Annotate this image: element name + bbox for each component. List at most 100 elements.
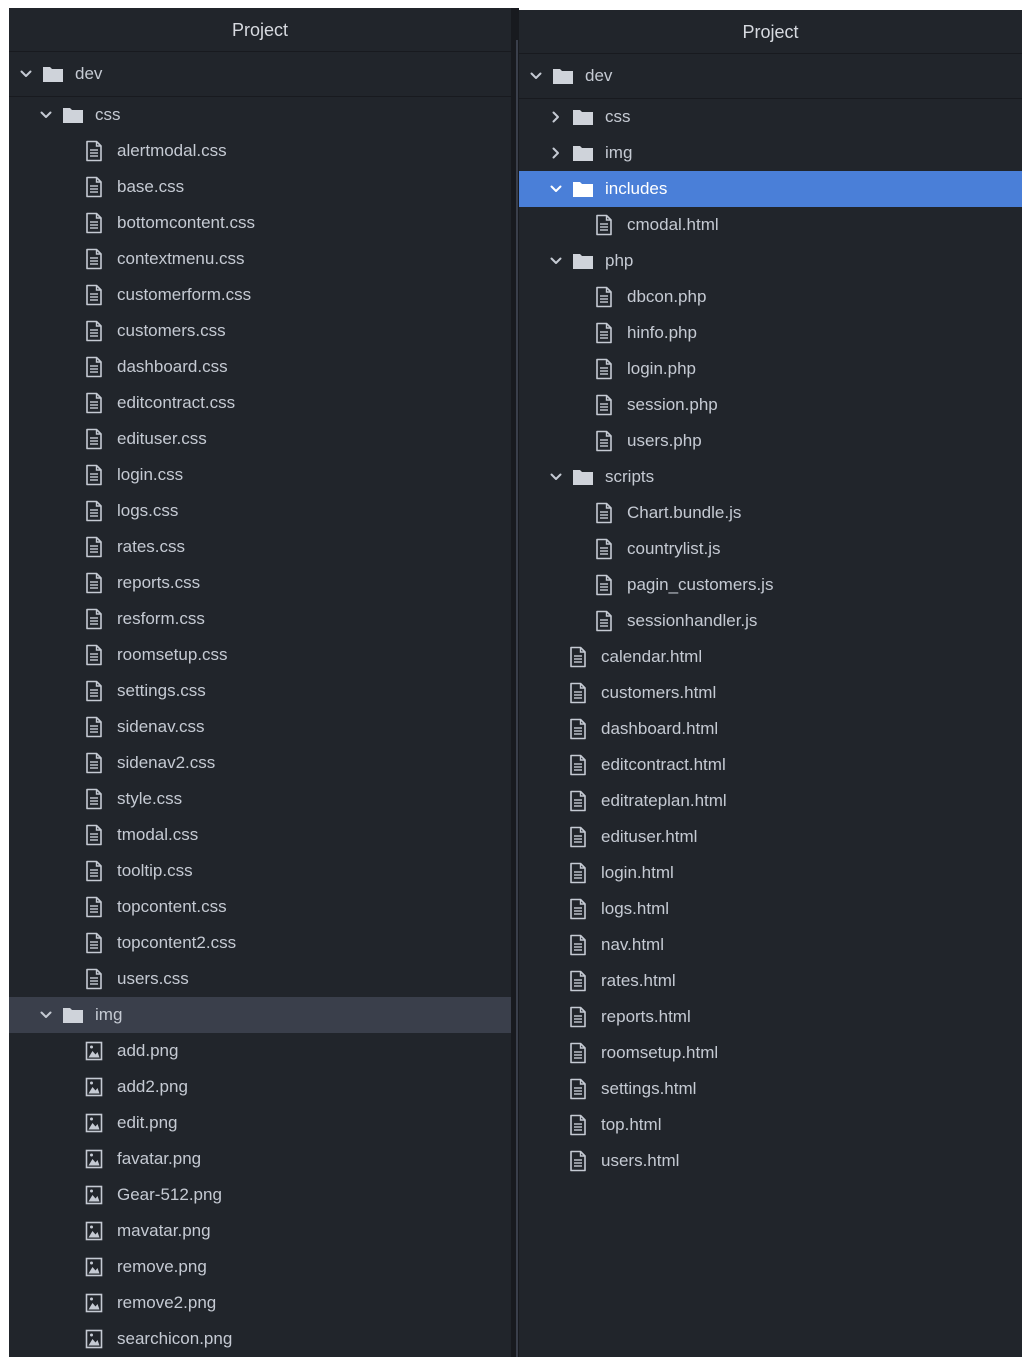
file-item[interactable]: edit.png [9, 1105, 511, 1141]
chevron-down-icon[interactable] [529, 54, 543, 98]
file-item[interactable]: remove.png [9, 1249, 511, 1285]
folder-css[interactable]: css [9, 97, 511, 133]
file-item[interactable]: logs.html [519, 891, 1022, 927]
file-item[interactable]: base.css [9, 169, 511, 205]
chevron-down-icon[interactable] [549, 459, 563, 495]
chevron-down-icon[interactable] [549, 243, 563, 279]
file-item[interactable]: countrylist.js [519, 531, 1022, 567]
file-item[interactable]: settings.css [9, 673, 511, 709]
file-item[interactable]: top.html [519, 1107, 1022, 1143]
file-item[interactable]: searchicon.png [9, 1321, 511, 1357]
file-item[interactable]: reports.css [9, 565, 511, 601]
file-icon [85, 637, 103, 673]
folder-php[interactable]: php [519, 243, 1022, 279]
scrollbar-track[interactable] [516, 40, 518, 1357]
file-item[interactable]: sidenav2.css [9, 745, 511, 781]
file-item[interactable]: login.css [9, 457, 511, 493]
file-item[interactable]: tooltip.css [9, 853, 511, 889]
file-item[interactable]: remove2.png [9, 1285, 511, 1321]
file-item[interactable]: editcontract.html [519, 747, 1022, 783]
image-file-icon [85, 1105, 103, 1141]
file-item[interactable]: logs.css [9, 493, 511, 529]
file-icon [85, 457, 103, 493]
file-item[interactable]: contextmenu.css [9, 241, 511, 277]
file-item[interactable]: nav.html [519, 927, 1022, 963]
file-icon [85, 385, 103, 421]
folder-scripts[interactable]: scripts [519, 459, 1022, 495]
file-item[interactable]: add.png [9, 1033, 511, 1069]
chevron-down-icon[interactable] [19, 52, 33, 96]
folder-label: dev [75, 64, 103, 83]
file-item[interactable]: alertmodal.css [9, 133, 511, 169]
file-item[interactable]: editrateplan.html [519, 783, 1022, 819]
chevron-right-icon[interactable] [549, 135, 563, 171]
file-item[interactable]: roomsetup.html [519, 1035, 1022, 1071]
chevron-down-icon[interactable] [549, 171, 563, 207]
folder-css[interactable]: css [519, 99, 1022, 135]
file-item[interactable]: add2.png [9, 1069, 511, 1105]
file-item[interactable]: topcontent.css [9, 889, 511, 925]
file-item[interactable]: session.php [519, 387, 1022, 423]
folder-includes[interactable]: includes [519, 171, 1022, 207]
folder-label: includes [605, 179, 668, 198]
folder-icon [572, 171, 594, 207]
chevron-down-icon[interactable] [39, 997, 53, 1033]
file-icon [85, 349, 103, 385]
file-label: contextmenu.css [117, 249, 245, 268]
file-icon [85, 241, 103, 277]
file-item[interactable]: rates.css [9, 529, 511, 565]
file-icon [85, 421, 103, 457]
file-icon [569, 1035, 587, 1071]
folder-label: img [605, 143, 633, 162]
file-label: Chart.bundle.js [627, 503, 742, 522]
file-item[interactable]: style.css [9, 781, 511, 817]
file-label: logs.css [117, 501, 179, 520]
file-item[interactable]: reports.html [519, 999, 1022, 1035]
file-item[interactable]: rates.html [519, 963, 1022, 999]
file-item[interactable]: cmodal.html [519, 207, 1022, 243]
folder-label: css [95, 105, 121, 124]
file-item[interactable]: resform.css [9, 601, 511, 637]
file-item[interactable]: tmodal.css [9, 817, 511, 853]
file-item[interactable]: edituser.css [9, 421, 511, 457]
folder-dev[interactable]: dev [519, 54, 1022, 99]
file-item[interactable]: dashboard.css [9, 349, 511, 385]
file-item[interactable]: dbcon.php [519, 279, 1022, 315]
file-label: topcontent.css [117, 897, 227, 916]
file-item[interactable]: pagin_customers.js [519, 567, 1022, 603]
file-item[interactable]: users.php [519, 423, 1022, 459]
file-item[interactable]: dashboard.html [519, 711, 1022, 747]
file-item[interactable]: editcontract.css [9, 385, 511, 421]
folder-img[interactable]: img [9, 997, 511, 1033]
file-item[interactable]: edituser.html [519, 819, 1022, 855]
file-item[interactable]: Gear-512.png [9, 1177, 511, 1213]
file-item[interactable]: users.html [519, 1143, 1022, 1179]
file-item[interactable]: bottomcontent.css [9, 205, 511, 241]
folder-dev[interactable]: dev [9, 52, 511, 97]
file-icon [595, 207, 613, 243]
file-item[interactable]: topcontent2.css [9, 925, 511, 961]
file-item[interactable]: Chart.bundle.js [519, 495, 1022, 531]
file-item[interactable]: calendar.html [519, 639, 1022, 675]
folder-img[interactable]: img [519, 135, 1022, 171]
file-label: favatar.png [117, 1149, 202, 1168]
file-item[interactable]: customers.html [519, 675, 1022, 711]
file-item[interactable]: hinfo.php [519, 315, 1022, 351]
chevron-down-icon[interactable] [39, 97, 53, 133]
file-item[interactable]: roomsetup.css [9, 637, 511, 673]
chevron-right-icon[interactable] [549, 99, 563, 135]
file-item[interactable]: login.html [519, 855, 1022, 891]
file-item[interactable]: favatar.png [9, 1141, 511, 1177]
file-item[interactable]: mavatar.png [9, 1213, 511, 1249]
file-item[interactable]: sessionhandler.js [519, 603, 1022, 639]
file-label: Gear-512.png [117, 1185, 222, 1204]
file-item[interactable]: customers.css [9, 313, 511, 349]
file-item[interactable]: settings.html [519, 1071, 1022, 1107]
file-label: reports.html [601, 1007, 691, 1026]
file-item[interactable]: sidenav.css [9, 709, 511, 745]
file-item[interactable]: login.php [519, 351, 1022, 387]
file-item[interactable]: users.css [9, 961, 511, 997]
file-label: calendar.html [601, 647, 703, 666]
file-item[interactable]: customerform.css [9, 277, 511, 313]
file-icon [85, 169, 103, 205]
